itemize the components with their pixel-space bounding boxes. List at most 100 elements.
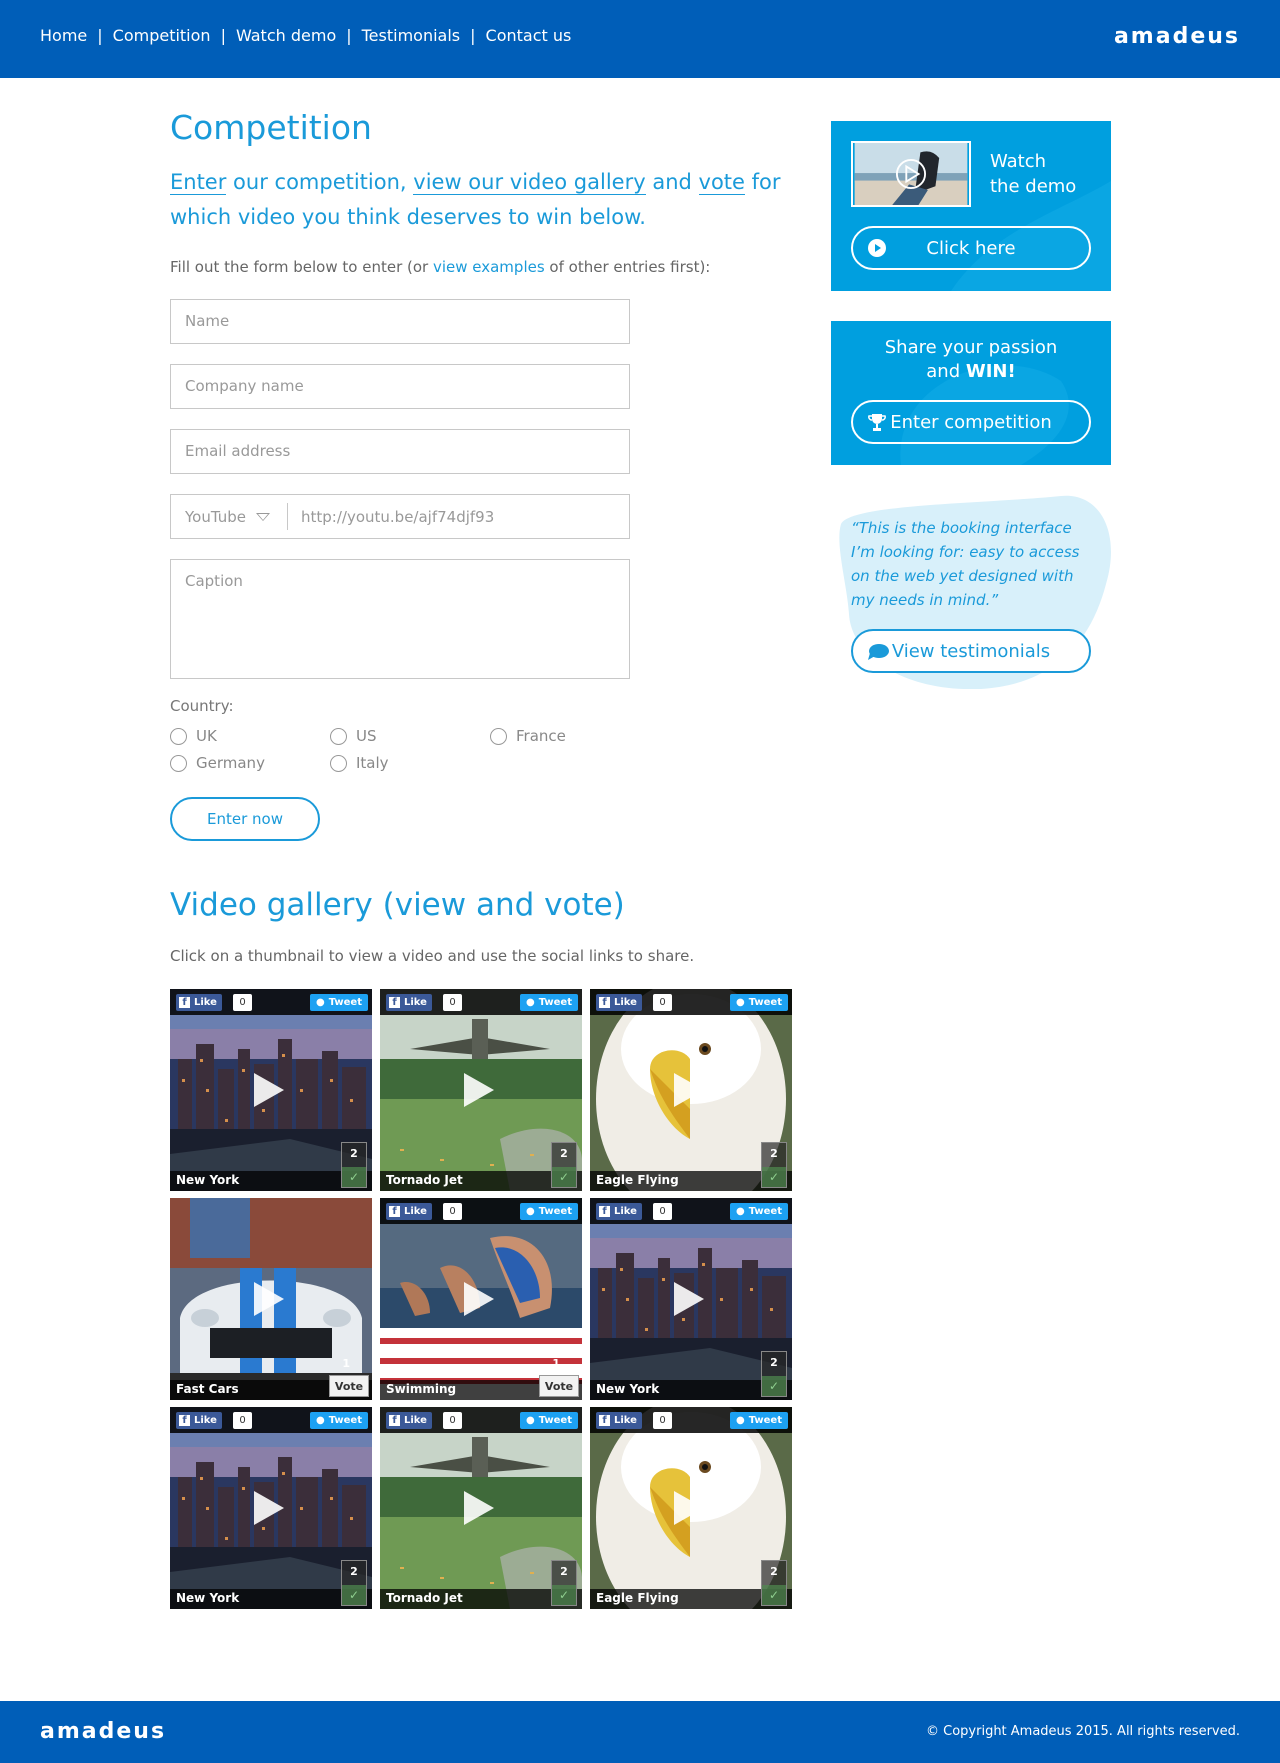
click-here-button[interactable]: Click here <box>851 226 1091 270</box>
nav-testimonials[interactable]: Testimonials <box>362 26 461 45</box>
play-icon[interactable] <box>674 1073 704 1107</box>
video-url-input[interactable]: http://youtu.be/ajf74djf93 <box>288 508 494 526</box>
video-tile[interactable]: f Like 0 ● Tweet Eagle Flying 2 ✓ <box>590 989 792 1191</box>
facebook-like-button[interactable]: f Like <box>596 1412 642 1429</box>
play-circle-icon <box>868 239 886 257</box>
tweet-button[interactable]: ● Tweet <box>729 1412 788 1429</box>
like-count: 0 <box>653 1412 672 1429</box>
radio-uk[interactable]: UK <box>170 727 330 745</box>
play-icon[interactable] <box>464 1491 494 1525</box>
tweet-label: Tweet <box>328 1415 362 1426</box>
video-tile[interactable]: f Like 0 ● Tweet New York 2 ✓ <box>170 989 372 1191</box>
facebook-like-button[interactable]: f Like <box>386 1203 432 1220</box>
facebook-like-button[interactable]: f Like <box>176 994 222 1011</box>
radio-germany[interactable]: Germany <box>170 754 330 772</box>
radio-circle[interactable] <box>330 754 347 772</box>
facebook-like-button[interactable]: f Like <box>596 1203 642 1220</box>
page-title: Competition <box>170 108 372 147</box>
radio-label: France <box>516 727 566 745</box>
nav-home[interactable]: Home <box>40 26 87 45</box>
caption-textarea[interactable]: Caption <box>170 559 630 679</box>
amadeus-logo[interactable]: amadeus <box>40 1719 166 1744</box>
play-icon[interactable] <box>674 1282 704 1316</box>
video-tile[interactable]: f Like 0 ● Tweet Tornado Jet 2 ✓ <box>380 1407 582 1609</box>
radio-circle[interactable] <box>490 727 507 745</box>
nav-watch-demo[interactable]: Watch demo <box>236 26 336 45</box>
video-tile[interactable]: f Like 0 ● Tweet Tornado Jet 2 ✓ <box>380 989 582 1191</box>
tweet-button[interactable]: ● Tweet <box>519 994 578 1011</box>
radio-circle[interactable] <box>170 754 187 772</box>
facebook-like-button[interactable]: f Like <box>176 1412 222 1429</box>
tweet-button[interactable]: ● Tweet <box>729 994 788 1011</box>
like-count: 0 <box>233 1412 252 1429</box>
play-icon[interactable] <box>254 1282 284 1316</box>
play-icon[interactable] <box>254 1073 284 1107</box>
radio-france[interactable]: France <box>490 727 650 745</box>
twitter-icon: ● <box>525 1206 535 1217</box>
enter-competition-button[interactable]: Enter competition <box>851 400 1091 444</box>
win-text: WIN! <box>965 361 1016 382</box>
play-icon[interactable] <box>464 1073 494 1107</box>
nav-competition[interactable]: Competition <box>113 26 211 45</box>
vote-count-box[interactable]: 2 ✓ <box>761 1142 787 1188</box>
video-tile[interactable]: f Like 0 ● Tweet New York 2 ✓ <box>170 1407 372 1609</box>
nav-contact-us[interactable]: Contact us <box>486 26 572 45</box>
play-icon[interactable] <box>464 1282 494 1316</box>
vote-count-box[interactable]: 2 ✓ <box>761 1560 787 1606</box>
video-tile[interactable]: f Like 0 ● Tweet Swimming 1 Vote <box>380 1198 582 1400</box>
video-source-select[interactable]: YouTube <box>171 503 288 530</box>
checkmark-icon: ✓ <box>342 1585 366 1605</box>
facebook-like-button[interactable]: f Like <box>386 1412 432 1429</box>
tweet-button[interactable]: ● Tweet <box>309 1412 368 1429</box>
tweet-button[interactable]: ● Tweet <box>729 1203 788 1220</box>
name-input[interactable]: Name <box>170 299 630 344</box>
radio-circle[interactable] <box>170 727 187 745</box>
enter-link[interactable]: Enter <box>170 170 227 195</box>
country-label: Country: <box>170 697 234 715</box>
play-icon[interactable] <box>254 1491 284 1525</box>
heading-line: the demo <box>990 176 1077 197</box>
heading-line: Share your passion <box>884 337 1058 358</box>
checkmark-icon: ✓ <box>762 1167 786 1187</box>
vote-link[interactable]: vote <box>698 170 745 195</box>
testimonial-quote: “This is the booking interface I’m looki… <box>851 519 1080 609</box>
radio-circle[interactable] <box>330 727 347 745</box>
vote-button[interactable]: Vote <box>539 1375 579 1397</box>
tweet-button[interactable]: ● Tweet <box>519 1412 578 1429</box>
video-source-value: YouTube <box>185 507 246 526</box>
email-input[interactable]: Email address <box>170 429 630 474</box>
enter-now-button[interactable]: Enter now <box>170 797 320 841</box>
vote-count-box[interactable]: 2 ✓ <box>761 1351 787 1397</box>
like-label: Like <box>404 997 427 1008</box>
like-label: Like <box>614 1206 637 1217</box>
radio-us[interactable]: US <box>330 727 490 745</box>
view-examples-link[interactable]: view examples <box>433 258 545 276</box>
tweet-label: Tweet <box>748 1415 782 1426</box>
vote-button[interactable]: Vote <box>329 1375 369 1397</box>
gallery-title: Video gallery (view and vote) <box>170 887 625 923</box>
twitter-icon: ● <box>525 997 535 1008</box>
video-tile[interactable]: f Like 0 ● Tweet New York 2 ✓ <box>590 1198 792 1400</box>
vote-count-box[interactable]: 2 ✓ <box>551 1560 577 1606</box>
video-tile[interactable]: Fast Cars 1 Vote <box>170 1198 372 1400</box>
like-count: 0 <box>443 994 462 1011</box>
facebook-like-button[interactable]: f Like <box>596 994 642 1011</box>
vote-count-box[interactable]: 2 ✓ <box>341 1560 367 1606</box>
play-icon[interactable] <box>674 1491 704 1525</box>
facebook-like-button[interactable]: f Like <box>386 994 432 1011</box>
vote-count-box[interactable]: 2 ✓ <box>341 1142 367 1188</box>
twitter-icon: ● <box>735 997 745 1008</box>
amadeus-logo[interactable]: amadeus <box>1114 24 1240 49</box>
like-label: Like <box>614 997 637 1008</box>
button-label: Click here <box>926 237 1016 259</box>
demo-video-thumbnail[interactable] <box>851 141 971 207</box>
video-tile[interactable]: f Like 0 ● Tweet Eagle Flying 2 ✓ <box>590 1407 792 1609</box>
tweet-button[interactable]: ● Tweet <box>519 1203 578 1220</box>
form-instructions: Fill out the form below to enter (or vie… <box>170 258 810 276</box>
vote-count-box[interactable]: 2 ✓ <box>551 1142 577 1188</box>
tweet-button[interactable]: ● Tweet <box>309 994 368 1011</box>
radio-italy[interactable]: Italy <box>330 754 490 772</box>
company-name-input[interactable]: Company name <box>170 364 630 409</box>
view-testimonials-button[interactable]: View testimonials <box>851 629 1091 673</box>
video-gallery-link[interactable]: view our video gallery <box>413 170 646 195</box>
